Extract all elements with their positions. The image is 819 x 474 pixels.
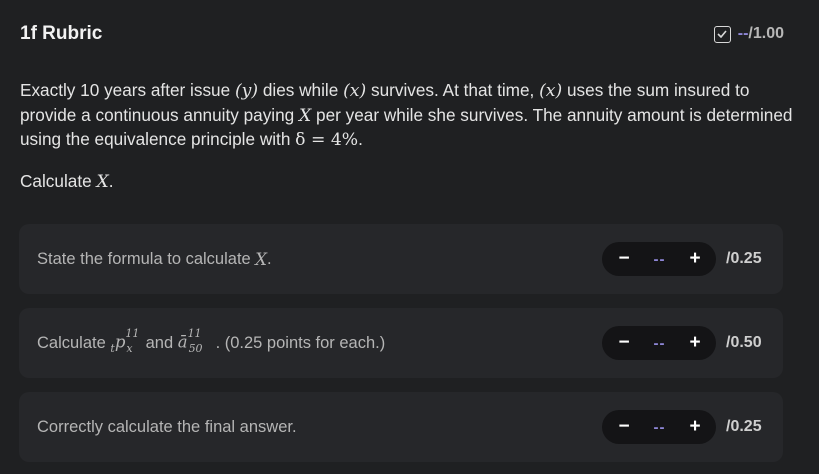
rubric-item: Correctly calculate the final answer. − … xyxy=(19,392,783,462)
item-text: and xyxy=(145,333,174,352)
rubric-score-text: --/1.00 xyxy=(738,25,784,43)
increment-button[interactable]: + xyxy=(685,333,705,353)
question-description: Exactly 10 years after issue (y) dies wh… xyxy=(20,79,795,153)
math-a50: ā1150 xyxy=(177,327,216,355)
desc-text: survives. At that time, xyxy=(366,80,540,100)
rubric-item-label: Calculate tp11x and ā1150. (0.25 points … xyxy=(37,308,385,378)
desc-text: dies while xyxy=(258,80,344,100)
math-sup: 11 xyxy=(125,327,140,341)
math-X: X xyxy=(96,172,109,192)
math-base: p xyxy=(114,332,126,352)
max-points: /0.25 xyxy=(726,418,762,435)
desc-text: . xyxy=(358,129,363,149)
rubric-title: 1f Rubric xyxy=(20,23,103,44)
task-prompt: Calculate X. xyxy=(20,171,113,192)
task-text: . xyxy=(108,171,114,191)
math-tpx: tp11x xyxy=(110,327,145,355)
max-points: /0.25 xyxy=(726,250,762,267)
desc-text: Exactly 10 years after issue xyxy=(20,80,235,100)
rubric-header: 1f Rubric --/1.00 xyxy=(20,20,784,48)
score-stepper: − -- + xyxy=(602,326,716,360)
math-x: (x) xyxy=(539,81,563,101)
rubric-item: State the formula to calculate X. − -- +… xyxy=(19,224,783,294)
item-text: . xyxy=(267,249,272,268)
max-points: /0.50 xyxy=(726,334,762,351)
item-text: Calculate xyxy=(37,333,106,352)
decrement-button[interactable]: − xyxy=(614,333,634,353)
score-stepper: − -- + xyxy=(602,410,716,444)
math-X: X xyxy=(255,249,268,269)
rubric-score-value: -- xyxy=(737,25,749,42)
rubric-item-label: State the formula to calculate X. xyxy=(37,224,272,294)
score-value: -- xyxy=(653,250,666,268)
rubric-score: --/1.00 xyxy=(713,25,784,43)
item-text: . (0.25 points for each.) xyxy=(215,333,386,352)
increment-button[interactable]: + xyxy=(685,417,705,437)
math-sub: x xyxy=(126,341,133,355)
score-value: -- xyxy=(653,418,666,436)
rubric-item: Calculate tp11x and ā1150. (0.25 points … xyxy=(19,308,783,378)
rubric-score-max: /1.00 xyxy=(748,25,784,42)
math-sup: 11 xyxy=(187,327,202,341)
math-x: (x) xyxy=(343,81,367,101)
math-base: ā xyxy=(177,332,188,352)
decrement-button[interactable]: − xyxy=(614,417,634,437)
rubric-item-label: Correctly calculate the final answer. xyxy=(37,417,297,436)
math-delta: δ = 4% xyxy=(295,130,359,150)
score-value: -- xyxy=(653,334,666,352)
checkbox-icon[interactable] xyxy=(713,25,731,43)
task-text: Calculate xyxy=(20,171,97,191)
math-X: X xyxy=(299,105,312,126)
math-y: (y) xyxy=(234,81,259,101)
decrement-button[interactable]: − xyxy=(614,249,634,269)
score-stepper: − -- + xyxy=(602,242,716,276)
math-sub: 50 xyxy=(188,341,203,355)
item-text: State the formula to calculate xyxy=(37,249,251,268)
increment-button[interactable]: + xyxy=(685,249,705,269)
